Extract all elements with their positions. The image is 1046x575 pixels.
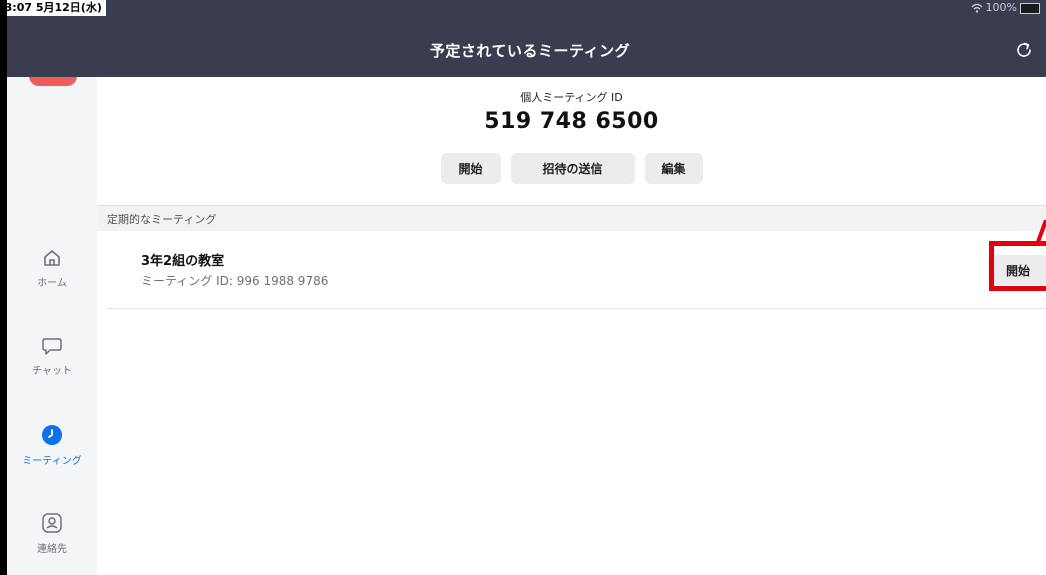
contact-icon [42,513,62,533]
status-indicators: 100% [971,1,1040,15]
header-bar: 予定されているミーティング 100% [7,0,1046,77]
sidebar-item-label: 連絡先 [37,544,67,555]
sidebar-item-label: ホーム [37,278,67,289]
pmi-label: 個人ミーティング ID [520,91,623,104]
sidebar-item-label: ミーティング [22,456,82,467]
device-bezel [0,0,7,575]
meeting-name: 3年2組の教室 [141,254,225,269]
battery-percent: 100% [985,1,1017,14]
app-window: 太 ホーム チャット ミーティング [0,0,1046,575]
sidebar-item-label: チャット [32,366,72,377]
main-content: 個人ミーティング ID 519 748 6500 開始 招待の送信 編集 定期的… [97,77,1046,575]
send-invite-button[interactable]: 招待の送信 [510,153,635,184]
home-icon [44,250,60,266]
wifi-icon [971,3,983,13]
status-time: 13:07 5月12日(水) [0,0,106,16]
page-title: 予定されているミーティング [429,42,631,60]
chat-icon [42,338,62,355]
pmi-actions: 開始 招待の送信 編集 [97,153,1046,184]
sidebar-item-chat[interactable]: チャット [7,336,97,377]
sidebar-item-contacts[interactable]: 連絡先 [7,512,97,555]
section-header: 定期的なミーティング [97,205,1046,231]
meeting-id: ミーティング ID: 996 1988 9786 [141,274,329,288]
arrow-icon [1036,220,1046,243]
sidebar: 太 ホーム チャット ミーティング [7,0,97,575]
sidebar-item-home[interactable]: ホーム [7,248,97,289]
sidebar-item-meetings[interactable]: ミーティング [7,424,97,467]
clock-icon [42,425,62,445]
section-title: 定期的なミーティング [107,213,217,226]
refresh-icon[interactable] [1014,40,1034,60]
pmi-number: 519 748 6500 [484,109,659,134]
highlight-box [989,241,1046,291]
edit-button[interactable]: 編集 [644,153,703,184]
battery-icon [1020,2,1040,14]
meeting-list-item[interactable]: 3年2組の教室 ミーティング ID: 996 1988 9786 開始 [107,230,1046,309]
start-button[interactable]: 開始 [440,153,501,184]
